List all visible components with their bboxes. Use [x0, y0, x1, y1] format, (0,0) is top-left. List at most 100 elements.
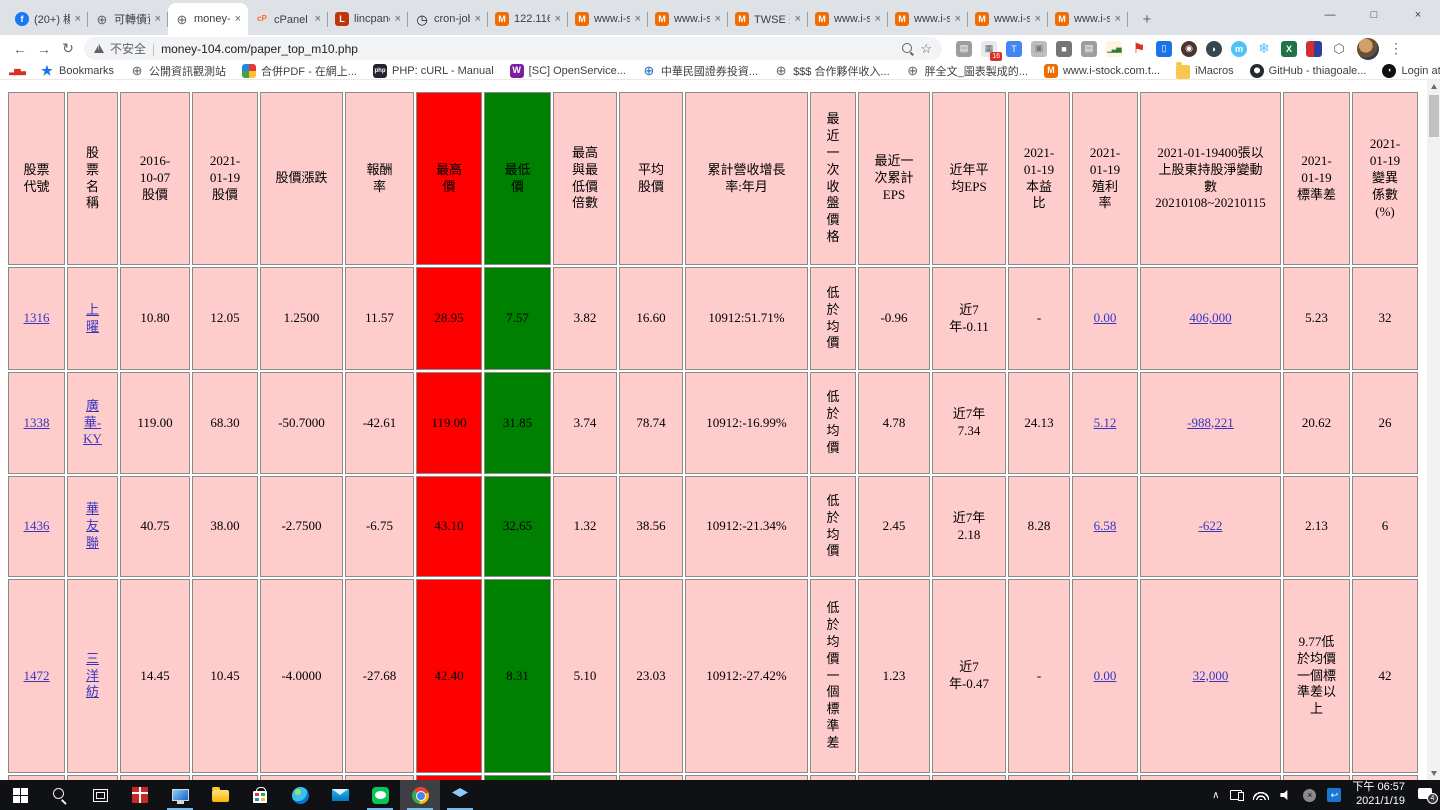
- tab-close-icon[interactable]: ×: [1035, 13, 1041, 25]
- cell-link[interactable]: 0.00: [1094, 668, 1117, 683]
- task-view-button[interactable]: [80, 780, 120, 810]
- bookmark-item-6[interactable]: 中華民國證券投資...: [642, 63, 758, 79]
- tab-close-icon[interactable]: ×: [795, 13, 801, 25]
- mail-button[interactable]: [320, 780, 360, 810]
- cell-link[interactable]: 1338: [24, 415, 50, 430]
- cell-link[interactable]: 406,000: [1189, 310, 1231, 325]
- browser-tab-4[interactable]: lincpanel ×: [328, 3, 408, 35]
- wifi-icon[interactable]: [1253, 790, 1270, 800]
- edge-button[interactable]: [280, 780, 320, 810]
- cell-link[interactable]: -988,221: [1187, 415, 1234, 430]
- browser-tab-10[interactable]: www.i-sto ×: [808, 3, 888, 35]
- colors-ext-icon[interactable]: [1306, 40, 1322, 57]
- tab-close-icon[interactable]: ×: [155, 13, 161, 25]
- bookmark-item-4[interactable]: PHP: cURL - Manual: [372, 63, 494, 78]
- bookmark-item-1[interactable]: Bookmarks: [40, 64, 114, 78]
- zoom-icon[interactable]: [902, 42, 914, 55]
- browser-tab-9[interactable]: TWSE 臺 ×: [728, 3, 808, 35]
- cell-link[interactable]: 1316: [24, 310, 50, 325]
- file-explorer-button[interactable]: [200, 780, 240, 810]
- new-tab-button[interactable]: +: [1134, 6, 1160, 32]
- cell-link[interactable]: 0.00: [1094, 310, 1117, 325]
- bluestacks-button[interactable]: [440, 780, 480, 810]
- tray-expand-chevron-icon[interactable]: ∧: [1212, 790, 1219, 801]
- status-x-icon[interactable]: ×: [1303, 788, 1317, 802]
- browser-tab-11[interactable]: www.i-sto ×: [888, 3, 968, 35]
- scroll-up-arrow[interactable]: [1427, 80, 1440, 93]
- photos-ext-icon[interactable]: ▣: [1031, 40, 1047, 57]
- tab-close-icon[interactable]: ×: [715, 13, 721, 25]
- bookmark-item-11[interactable]: GitHub - thiagoale...: [1249, 63, 1366, 78]
- extensions-puzzle-icon[interactable]: ⬡: [1331, 41, 1347, 57]
- taskbar-clock[interactable]: 下午 06:57 2021/1/19: [1352, 781, 1405, 809]
- gift-app-button[interactable]: [120, 780, 160, 810]
- notebook-ext-icon[interactable]: ▤: [956, 40, 972, 57]
- bookmark-item-0[interactable]: [10, 64, 24, 78]
- scrollbar-thumb[interactable]: [1428, 95, 1439, 137]
- tab-close-icon[interactable]: ×: [635, 13, 641, 25]
- tab-close-icon[interactable]: ×: [875, 13, 881, 25]
- close-button[interactable]: ×: [1396, 0, 1440, 30]
- cell-link[interactable]: 上 曜: [86, 302, 99, 334]
- profile-avatar[interactable]: [1357, 37, 1379, 60]
- monkey-ext-icon[interactable]: ◉: [1181, 40, 1197, 57]
- url-text[interactable]: money-104.com/paper_top_m10.php: [161, 42, 896, 56]
- snowflake-ext-icon[interactable]: ❄: [1256, 40, 1272, 57]
- tab-close-icon[interactable]: ×: [1115, 13, 1121, 25]
- bookmark-item-3[interactable]: 合併PDF - 在網上...: [242, 63, 357, 79]
- tab-close-icon[interactable]: ×: [475, 13, 481, 25]
- remote-pc-app-button[interactable]: [160, 780, 200, 810]
- browser-tab-5[interactable]: cron-job ×: [408, 3, 488, 35]
- bookmark-star-icon[interactable]: ☆: [920, 41, 932, 57]
- edit-ext-icon[interactable]: T: [1006, 40, 1022, 57]
- bookmark-item-7[interactable]: $$$ 合作夥伴收入...: [774, 63, 890, 79]
- hand-ext-icon[interactable]: ◗: [1206, 40, 1222, 57]
- cell-link[interactable]: 32,000: [1193, 668, 1229, 683]
- bookmark-item-10[interactable]: iMacros: [1176, 61, 1234, 79]
- tab-close-icon[interactable]: ×: [555, 13, 561, 25]
- minimize-button[interactable]: —: [1308, 0, 1352, 30]
- browser-tab-3[interactable]: cPanel - 三 ×: [248, 3, 328, 35]
- chrome-button[interactable]: [400, 780, 440, 810]
- scroll-down-arrow[interactable]: [1427, 767, 1440, 780]
- cell-link[interactable]: 1436: [24, 518, 50, 533]
- microsoft-store-button[interactable]: [240, 780, 280, 810]
- cell-link[interactable]: 三 洋 紡: [86, 651, 99, 700]
- vertical-scrollbar[interactable]: [1427, 80, 1440, 780]
- browser-tab-13[interactable]: www.i-sto ×: [1048, 3, 1128, 35]
- reload-button[interactable]: ↻: [56, 40, 80, 57]
- bookmark-item-12[interactable]: Login at Icontem...: [1382, 63, 1440, 78]
- box-ext-icon[interactable]: ■: [1056, 40, 1072, 57]
- cell-link[interactable]: 廣 華- KY: [83, 398, 102, 447]
- bookmark-item-2[interactable]: 公開資訊觀測站: [130, 63, 226, 79]
- browser-tab-1[interactable]: 可轉債資訊 ×: [88, 3, 168, 35]
- cell-link[interactable]: 華 友 聯: [86, 501, 99, 550]
- forward-button[interactable]: →: [32, 41, 56, 57]
- tab-close-icon[interactable]: ×: [75, 13, 81, 25]
- cell-link[interactable]: -622: [1199, 518, 1223, 533]
- stocks-ext-icon[interactable]: ▦ 16: [981, 40, 1002, 61]
- notification-center-icon[interactable]: 4: [1418, 788, 1438, 804]
- browser-tab-0[interactable]: (20+) 楊相 ×: [8, 3, 88, 35]
- browser-tab-12[interactable]: www.i-sto ×: [968, 3, 1048, 35]
- bookmark-item-9[interactable]: www.i-stock.com.t...: [1043, 63, 1160, 78]
- cell-link[interactable]: 6.58: [1094, 518, 1117, 533]
- input-indicator-icon[interactable]: ↩: [1327, 788, 1342, 802]
- start-button[interactable]: [0, 780, 40, 810]
- browser-tab-7[interactable]: www.i-sto ×: [568, 3, 648, 35]
- messenger-ext-icon[interactable]: m: [1231, 40, 1247, 57]
- cell-link[interactable]: 1472: [24, 668, 50, 683]
- browser-tab-2[interactable]: money-10 ×: [168, 3, 248, 35]
- id-card-ext-icon[interactable]: ▯: [1156, 40, 1172, 57]
- your-phone-icon[interactable]: [1230, 790, 1245, 801]
- clipboard-ext-icon[interactable]: ▤: [1081, 40, 1097, 57]
- address-bar[interactable]: 不安全 | money-104.com/paper_top_m10.php ☆: [84, 37, 942, 60]
- tab-close-icon[interactable]: ×: [395, 13, 401, 25]
- browser-tab-6[interactable]: 122.116.1 ×: [488, 3, 568, 35]
- tab-close-icon[interactable]: ×: [235, 13, 241, 25]
- excel-ext-icon[interactable]: X: [1281, 40, 1297, 57]
- taskbar-search-button[interactable]: [40, 780, 80, 810]
- bookmark-item-8[interactable]: 胖全文_圖表製成的...: [906, 63, 1028, 79]
- flag-ext-icon[interactable]: ⚑: [1131, 40, 1147, 57]
- maximize-button[interactable]: □: [1352, 0, 1396, 30]
